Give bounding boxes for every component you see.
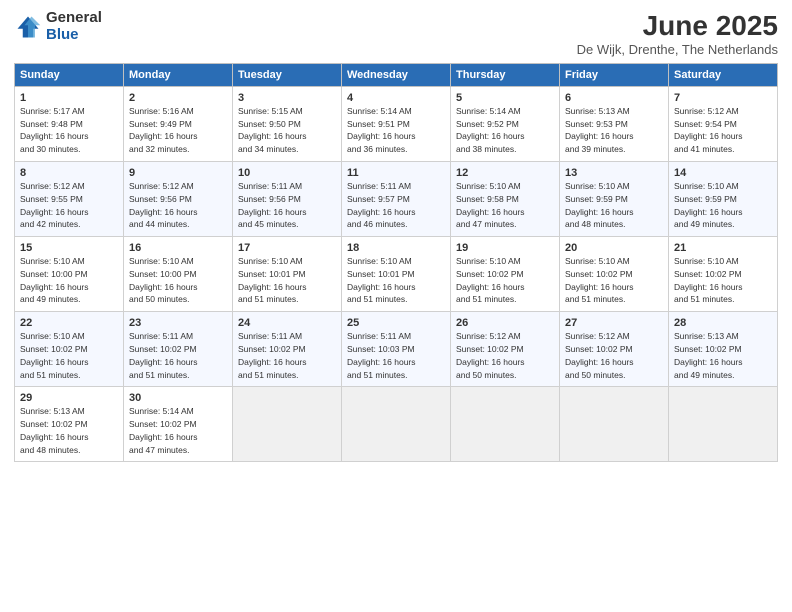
- logo: General Blue: [14, 10, 102, 43]
- cal-cell: 23Sunrise: 5:11 AM Sunset: 10:02 PM Dayl…: [124, 312, 233, 387]
- subtitle: De Wijk, Drenthe, The Netherlands: [577, 42, 778, 57]
- cal-cell: 4Sunrise: 5:14 AM Sunset: 9:51 PM Daylig…: [342, 87, 451, 162]
- cal-cell: 30Sunrise: 5:14 AM Sunset: 10:02 PM Dayl…: [124, 387, 233, 462]
- col-header-saturday: Saturday: [669, 64, 778, 87]
- col-header-thursday: Thursday: [451, 64, 560, 87]
- cal-cell: [560, 387, 669, 462]
- logo-icon: [14, 13, 42, 41]
- week-row: 8Sunrise: 5:12 AM Sunset: 9:55 PM Daylig…: [15, 162, 778, 237]
- header: General Blue June 2025 De Wijk, Drenthe,…: [14, 10, 778, 57]
- cal-cell: 5Sunrise: 5:14 AM Sunset: 9:52 PM Daylig…: [451, 87, 560, 162]
- week-row: 29Sunrise: 5:13 AM Sunset: 10:02 PM Dayl…: [15, 387, 778, 462]
- cal-cell: 26Sunrise: 5:12 AM Sunset: 10:02 PM Dayl…: [451, 312, 560, 387]
- cal-cell: 21Sunrise: 5:10 AM Sunset: 10:02 PM Dayl…: [669, 237, 778, 312]
- cal-cell: 10Sunrise: 5:11 AM Sunset: 9:56 PM Dayli…: [233, 162, 342, 237]
- cal-cell: 24Sunrise: 5:11 AM Sunset: 10:02 PM Dayl…: [233, 312, 342, 387]
- cal-cell: [669, 387, 778, 462]
- week-row: 22Sunrise: 5:10 AM Sunset: 10:02 PM Dayl…: [15, 312, 778, 387]
- col-header-tuesday: Tuesday: [233, 64, 342, 87]
- col-header-wednesday: Wednesday: [342, 64, 451, 87]
- logo-text: General Blue: [46, 10, 102, 43]
- cal-cell: 1Sunrise: 5:17 AM Sunset: 9:48 PM Daylig…: [15, 87, 124, 162]
- cal-cell: 25Sunrise: 5:11 AM Sunset: 10:03 PM Dayl…: [342, 312, 451, 387]
- title-block: June 2025 De Wijk, Drenthe, The Netherla…: [577, 10, 778, 57]
- cal-cell: 27Sunrise: 5:12 AM Sunset: 10:02 PM Dayl…: [560, 312, 669, 387]
- cal-cell: 28Sunrise: 5:13 AM Sunset: 10:02 PM Dayl…: [669, 312, 778, 387]
- col-header-sunday: Sunday: [15, 64, 124, 87]
- cal-cell: [451, 387, 560, 462]
- cal-cell: 12Sunrise: 5:10 AM Sunset: 9:58 PM Dayli…: [451, 162, 560, 237]
- cal-cell: 9Sunrise: 5:12 AM Sunset: 9:56 PM Daylig…: [124, 162, 233, 237]
- cal-cell: 2Sunrise: 5:16 AM Sunset: 9:49 PM Daylig…: [124, 87, 233, 162]
- cal-cell: 18Sunrise: 5:10 AM Sunset: 10:01 PM Dayl…: [342, 237, 451, 312]
- cal-cell: 11Sunrise: 5:11 AM Sunset: 9:57 PM Dayli…: [342, 162, 451, 237]
- cal-cell: 8Sunrise: 5:12 AM Sunset: 9:55 PM Daylig…: [15, 162, 124, 237]
- cal-cell: 7Sunrise: 5:12 AM Sunset: 9:54 PM Daylig…: [669, 87, 778, 162]
- col-header-friday: Friday: [560, 64, 669, 87]
- header-row: SundayMondayTuesdayWednesdayThursdayFrid…: [15, 64, 778, 87]
- logo-general-text: General: [46, 10, 102, 27]
- logo-blue-text: Blue: [46, 27, 102, 44]
- col-header-monday: Monday: [124, 64, 233, 87]
- cal-cell: [342, 387, 451, 462]
- cal-cell: 29Sunrise: 5:13 AM Sunset: 10:02 PM Dayl…: [15, 387, 124, 462]
- calendar-table: SundayMondayTuesdayWednesdayThursdayFrid…: [14, 63, 778, 462]
- week-row: 1Sunrise: 5:17 AM Sunset: 9:48 PM Daylig…: [15, 87, 778, 162]
- cal-cell: 16Sunrise: 5:10 AM Sunset: 10:00 PM Dayl…: [124, 237, 233, 312]
- cal-cell: 13Sunrise: 5:10 AM Sunset: 9:59 PM Dayli…: [560, 162, 669, 237]
- cal-cell: 20Sunrise: 5:10 AM Sunset: 10:02 PM Dayl…: [560, 237, 669, 312]
- main-title: June 2025: [577, 10, 778, 42]
- cal-cell: 6Sunrise: 5:13 AM Sunset: 9:53 PM Daylig…: [560, 87, 669, 162]
- cal-cell: 14Sunrise: 5:10 AM Sunset: 9:59 PM Dayli…: [669, 162, 778, 237]
- cal-cell: 19Sunrise: 5:10 AM Sunset: 10:02 PM Dayl…: [451, 237, 560, 312]
- page: General Blue June 2025 De Wijk, Drenthe,…: [0, 0, 792, 612]
- cal-cell: 3Sunrise: 5:15 AM Sunset: 9:50 PM Daylig…: [233, 87, 342, 162]
- cal-cell: [233, 387, 342, 462]
- cal-cell: 22Sunrise: 5:10 AM Sunset: 10:02 PM Dayl…: [15, 312, 124, 387]
- week-row: 15Sunrise: 5:10 AM Sunset: 10:00 PM Dayl…: [15, 237, 778, 312]
- cal-cell: 17Sunrise: 5:10 AM Sunset: 10:01 PM Dayl…: [233, 237, 342, 312]
- cal-cell: 15Sunrise: 5:10 AM Sunset: 10:00 PM Dayl…: [15, 237, 124, 312]
